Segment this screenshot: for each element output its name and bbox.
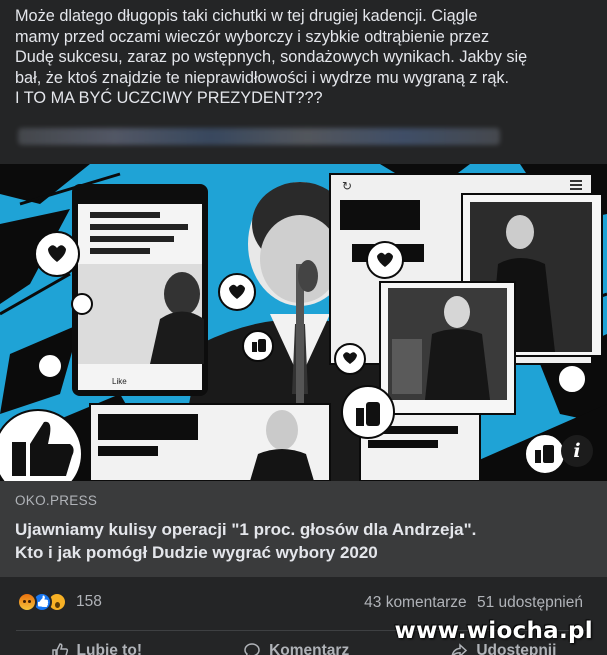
link-preview-card[interactable]: Like ↻ i OKO.PRESS Ujawniamy kulisy oper… <box>0 164 607 577</box>
post-stats: 158 43 komentarze 51 udostępnień <box>0 584 607 622</box>
thumbs-up-icon <box>51 643 68 655</box>
blurred-link[interactable] <box>18 128 500 145</box>
like-small-label: Like <box>112 377 127 386</box>
info-icon[interactable]: i <box>561 435 593 467</box>
like-button[interactable]: Lubię to! <box>11 636 182 655</box>
collage-illustration: Like ↻ <box>0 164 607 481</box>
svg-text:↻: ↻ <box>342 179 352 193</box>
link-preview-image[interactable]: Like ↻ i <box>0 164 607 481</box>
comments-count-link[interactable]: 43 komentarze <box>364 594 467 611</box>
headline-line: Kto i jak pomógł Dudzie wygrać wybory 20… <box>15 543 378 562</box>
post-text-line: Dudę sukcesu, zaraz po wstępnych, sondaż… <box>15 48 528 66</box>
link-card-footer[interactable]: OKO.PRESS Ujawniamy kulisy operacji "1 p… <box>0 481 607 577</box>
reactions-summary[interactable]: 158 <box>17 592 102 612</box>
comment-button-label: Komentarz <box>269 642 350 655</box>
post-text-line: I TO MA BYĆ UCZCIWY PREZYDENT??? <box>15 89 323 107</box>
watermark: www.wiocha.pl <box>394 618 593 644</box>
post-text-line: mamy przed oczami wieczór wyborczy i szy… <box>15 27 490 46</box>
comment-bubble-icon <box>244 643 260 655</box>
post-text: Może dlatego długopis taki cichutki w te… <box>15 6 595 109</box>
like-button-label: Lubię to! <box>76 642 142 655</box>
angry-reaction-icon <box>17 592 37 612</box>
post-text-line: Może dlatego długopis taki cichutki w te… <box>15 7 478 25</box>
link-headline[interactable]: Ujawniamy kulisy operacji "1 proc. głosó… <box>15 518 592 564</box>
headline-line: Ujawniamy kulisy operacji "1 proc. głosó… <box>15 520 477 539</box>
post-text-line: bał, że ktoś znajdzie te nieprawidłowośc… <box>15 68 510 87</box>
link-source: OKO.PRESS <box>15 493 98 508</box>
shares-count-link[interactable]: 51 udostępnień <box>477 594 583 611</box>
engagement-counts: 43 komentarze 51 udostępnień <box>364 594 583 612</box>
comment-button[interactable]: Komentarz <box>203 636 389 655</box>
reaction-count: 158 <box>76 593 102 610</box>
